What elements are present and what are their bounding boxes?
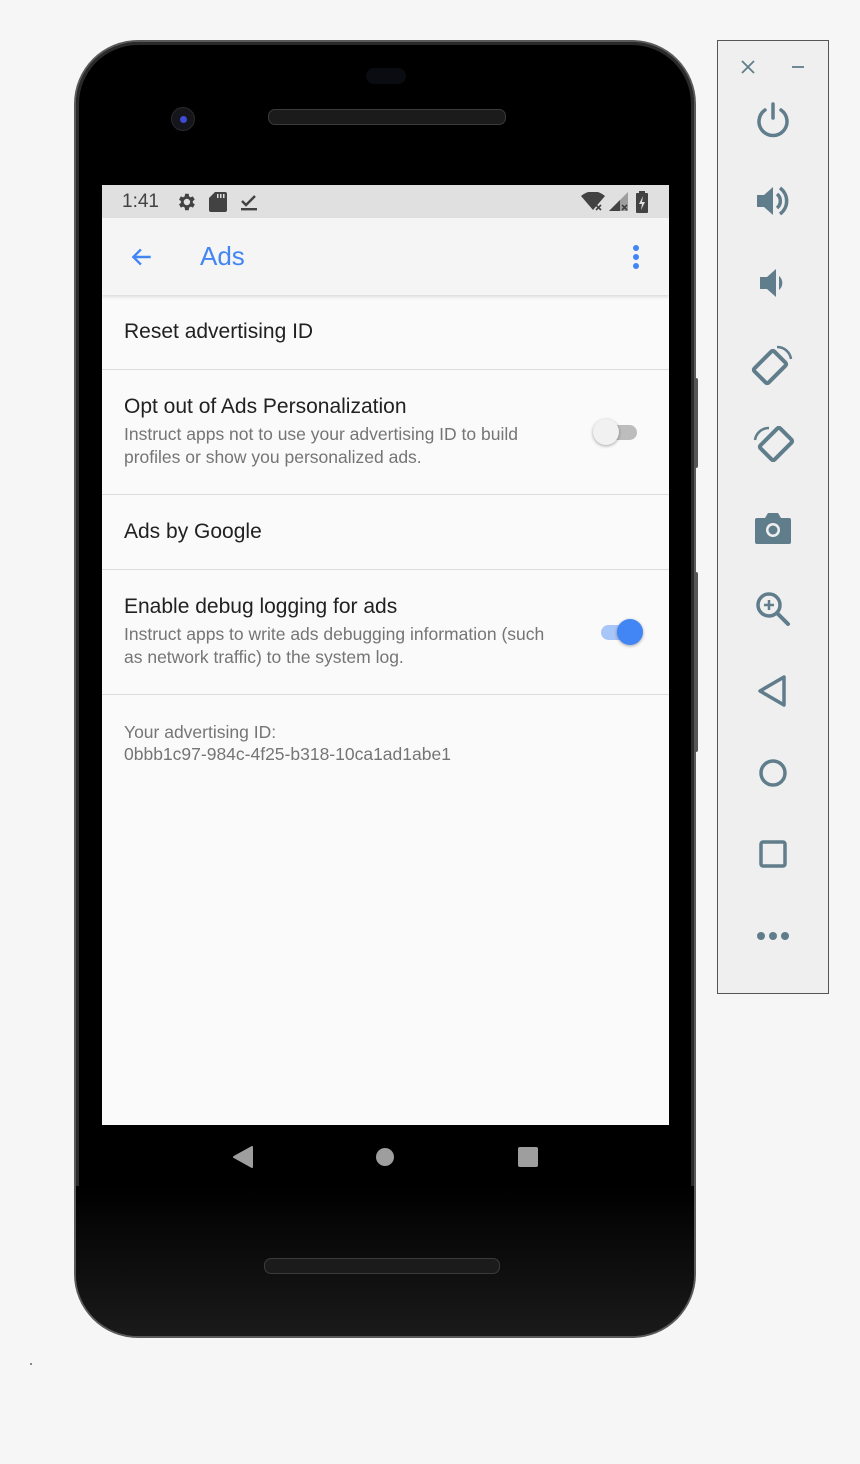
switch-thumb — [593, 419, 619, 445]
camera-icon — [755, 512, 791, 544]
more-button[interactable] — [718, 895, 828, 977]
home-circle-icon — [759, 758, 787, 787]
nav-back-button[interactable] — [223, 1137, 263, 1177]
status-bar: 1:41 — [102, 185, 669, 218]
pref-reset-advertising-id[interactable]: Reset advertising ID — [102, 295, 669, 370]
pref-summary: Instruct apps to write ads debugging inf… — [124, 624, 545, 667]
more-vert-icon — [633, 244, 639, 269]
volume-up-icon — [757, 186, 789, 216]
advertising-id-info: Your advertising ID: 0bbb1c97-984c-4f25-… — [102, 695, 669, 791]
back-icon — [233, 1146, 254, 1168]
home-icon — [376, 1148, 395, 1166]
gear-icon — [175, 191, 197, 213]
battery-charging-icon — [635, 190, 649, 213]
volume-up-button[interactable] — [718, 161, 828, 243]
front-camera — [172, 108, 194, 130]
system-nav-bar — [102, 1125, 669, 1189]
back-triangle-icon — [758, 675, 786, 707]
pref-title: Ads by Google — [124, 520, 262, 543]
download-done-icon — [239, 192, 259, 212]
volume-down-icon — [760, 268, 783, 297]
advertising-id-value: 0bbb1c97-984c-4f25-b318-10ca1ad1abe1 — [124, 744, 451, 764]
device-screen: 1:41 Ads Reset advertising ID Opt out of… — [102, 185, 669, 1125]
page-title: Ads — [200, 241, 245, 271]
power-icon — [757, 102, 789, 137]
zoom-button[interactable] — [718, 569, 828, 651]
switch-thumb — [617, 619, 643, 645]
screenshot-button[interactable] — [718, 487, 828, 569]
overflow-menu-button[interactable] — [621, 237, 651, 277]
proximity-sensor — [366, 68, 406, 84]
overview-button-emulator[interactable] — [718, 813, 828, 895]
wifi-off-icon — [581, 191, 605, 212]
volume-down-button[interactable] — [718, 242, 828, 324]
overview-square-icon — [759, 840, 787, 868]
pref-title: Reset advertising ID — [124, 320, 314, 343]
rotate-right-button[interactable] — [718, 405, 828, 487]
stray-pixel — [30, 1363, 32, 1365]
signal-off-icon — [609, 191, 631, 212]
back-button[interactable] — [122, 237, 162, 277]
bottom-speaker-grille — [264, 1258, 500, 1274]
pref-title: Enable debug logging for ads — [124, 595, 398, 618]
phone-power-button — [694, 378, 698, 468]
arrow-back-icon — [131, 248, 151, 265]
opt-out-toggle[interactable] — [593, 417, 643, 447]
minimize-icon[interactable] — [790, 59, 806, 75]
advertising-id-label: Your advertising ID: — [124, 722, 277, 742]
power-button[interactable] — [718, 79, 828, 161]
debug-logging-toggle[interactable] — [593, 617, 643, 647]
rotate-left-button[interactable] — [718, 324, 828, 406]
pref-opt-out-personalization[interactable]: Opt out of Ads Personalization Instruct … — [102, 370, 669, 495]
more-horiz-icon — [757, 931, 789, 940]
back-button-emulator[interactable] — [718, 650, 828, 732]
app-bar: Ads — [102, 218, 669, 295]
zoom-in-icon — [756, 592, 790, 627]
sd-card-icon — [208, 191, 227, 212]
nav-home-button[interactable] — [365, 1137, 405, 1177]
pref-title: Opt out of Ads Personalization — [124, 395, 407, 418]
overview-icon — [517, 1147, 538, 1167]
pref-ads-by-google[interactable]: Ads by Google — [102, 495, 669, 570]
rotate-left-icon — [751, 345, 793, 385]
emulator-toolbar — [717, 40, 829, 994]
rotate-right-icon — [753, 426, 795, 463]
top-speaker-grille — [268, 109, 506, 125]
close-icon[interactable] — [740, 59, 756, 75]
phone-volume-button — [694, 572, 698, 752]
nav-overview-button[interactable] — [508, 1137, 548, 1177]
pref-summary: Instruct apps not to use your advertisin… — [124, 424, 518, 467]
pref-debug-logging[interactable]: Enable debug logging for ads Instruct ap… — [102, 570, 669, 695]
status-time: 1:41 — [122, 190, 159, 212]
home-button-emulator[interactable] — [718, 732, 828, 814]
